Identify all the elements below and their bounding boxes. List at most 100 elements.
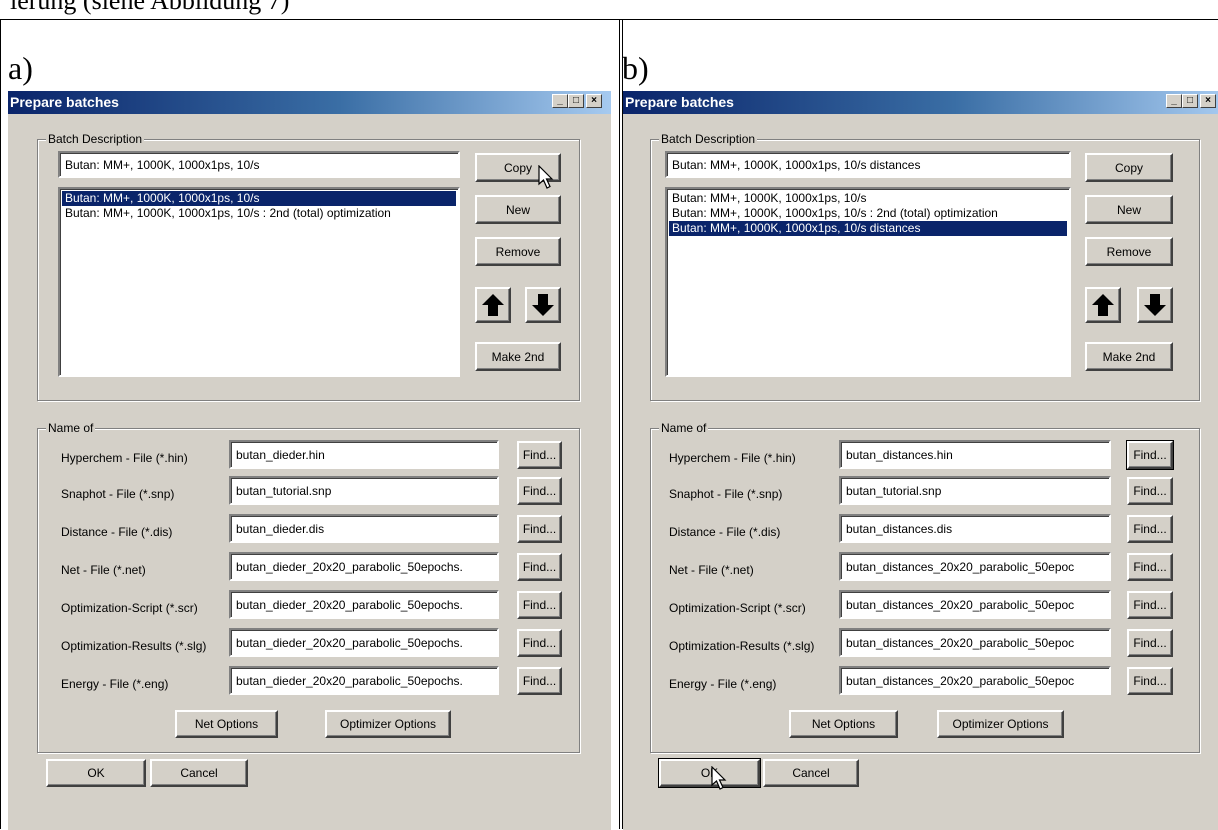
file-path-input[interactable]: butan_distances_20x20_parabolic_50epoc (839, 628, 1111, 657)
new-button[interactable]: New (475, 195, 561, 224)
file-path-value: butan_dieder.dis (236, 521, 325, 536)
find-button[interactable]: Find... (1127, 591, 1173, 619)
move-down-button[interactable] (525, 287, 561, 323)
move-up-button[interactable] (1085, 287, 1121, 323)
description-input-value: Butan: MM+, 1000K, 1000x1ps, 10/s distan… (672, 157, 921, 172)
arrow-down-icon (532, 294, 554, 316)
net-options-button[interactable]: Net Options (175, 710, 278, 738)
minimize-icon[interactable]: _ (1166, 94, 1182, 108)
find-button[interactable]: Find... (517, 591, 562, 619)
optimizer-options-button[interactable]: Optimizer Options (325, 710, 451, 738)
file-path-input[interactable]: butan_dieder_20x20_parabolic_50epochs. (229, 666, 499, 695)
find-button[interactable]: Find... (1127, 515, 1173, 543)
remove-button[interactable]: Remove (475, 237, 561, 266)
arrow-up-icon (482, 294, 504, 316)
description-input[interactable]: Butan: MM+, 1000K, 1000x1ps, 10/s (58, 151, 460, 178)
file-path-value: butan_dieder_20x20_parabolic_50epochs. (236, 559, 463, 574)
file-path-input[interactable]: butan_dieder_20x20_parabolic_50epochs. (229, 628, 499, 657)
batch-description-legend: Batch Description (659, 132, 758, 146)
list-item[interactable]: Butan: MM+, 1000K, 1000x1ps, 10/s : 2nd … (669, 206, 1067, 221)
list-item[interactable]: Butan: MM+, 1000K, 1000x1ps, 10/s (62, 191, 456, 206)
find-button[interactable]: Find... (1127, 477, 1173, 505)
file-label: Energy - File (*.eng) (669, 677, 777, 691)
file-path-value: butan_distances_20x20_parabolic_50epoc (846, 673, 1075, 688)
make-2nd-button[interactable]: Make 2nd (475, 342, 561, 371)
file-path-input[interactable]: butan_dieder.hin (229, 440, 499, 469)
arrow-up-icon (1092, 294, 1114, 316)
find-button[interactable]: Find... (517, 667, 562, 695)
find-button[interactable]: Find... (517, 553, 562, 581)
file-label: Distance - File (*.dis) (61, 525, 173, 539)
file-path-input[interactable]: butan_distances.hin (839, 440, 1111, 469)
list-item[interactable]: Butan: MM+, 1000K, 1000x1ps, 10/s : 2nd … (62, 206, 456, 221)
new-button[interactable]: New (1085, 195, 1173, 224)
file-path-input[interactable]: butan_distances_20x20_parabolic_50epoc (839, 590, 1111, 619)
file-path-value: butan_distances_20x20_parabolic_50epoc (846, 597, 1075, 612)
file-label: Snaphot - File (*.snp) (61, 487, 175, 501)
file-path-input[interactable]: butan_tutorial.snp (229, 476, 499, 505)
description-input-value: Butan: MM+, 1000K, 1000x1ps, 10/s (65, 157, 260, 172)
find-button[interactable]: Find... (517, 441, 562, 469)
move-down-button[interactable] (1137, 287, 1173, 323)
file-path-value: butan_distances_20x20_parabolic_50epoc (846, 635, 1075, 650)
batch-list[interactable]: Butan: MM+, 1000K, 1000x1ps, 10/s Butan:… (665, 187, 1071, 377)
file-path-input[interactable]: butan_dieder.dis (229, 514, 499, 543)
description-input[interactable]: Butan: MM+, 1000K, 1000x1ps, 10/s distan… (665, 151, 1071, 178)
file-label: Energy - File (*.eng) (61, 677, 169, 691)
cancel-button[interactable]: Cancel (150, 759, 248, 787)
find-button[interactable]: Find... (1126, 440, 1174, 470)
title-bar: Prepare batches _ □ × (8, 91, 611, 114)
optimizer-options-button[interactable]: Optimizer Options (937, 710, 1064, 738)
window-title: Prepare batches (10, 94, 119, 110)
panel-label-a: a) (8, 50, 33, 86)
find-button[interactable]: Find... (1127, 629, 1173, 657)
mouse-pointer-icon (711, 766, 727, 790)
file-path-value: butan_dieder.hin (236, 447, 325, 462)
file-path-input[interactable]: butan_distances_20x20_parabolic_50epoc (839, 666, 1111, 695)
find-button[interactable]: Find... (517, 629, 562, 657)
find-button[interactable]: Find... (1127, 553, 1173, 581)
file-label: Optimization-Script (*.scr) (669, 601, 806, 615)
ok-button[interactable]: OK (658, 758, 761, 788)
batch-list[interactable]: Butan: MM+, 1000K, 1000x1ps, 10/s Butan:… (58, 187, 460, 377)
arrow-down-icon (1144, 294, 1166, 316)
file-label: Hyperchem - File (*.hin) (61, 451, 188, 465)
file-label: Snaphot - File (*.snp) (669, 487, 783, 501)
file-path-value: butan_distances_20x20_parabolic_50epoc (846, 559, 1075, 574)
file-path-value: butan_dieder_20x20_parabolic_50epochs. (236, 597, 463, 612)
minimize-icon[interactable]: _ (552, 94, 568, 108)
list-item[interactable]: Butan: MM+, 1000K, 1000x1ps, 10/s (669, 191, 1067, 206)
make-2nd-button[interactable]: Make 2nd (1085, 342, 1173, 371)
file-path-input[interactable]: butan_distances.dis (839, 514, 1111, 543)
file-label: Net - File (*.net) (669, 563, 754, 577)
file-label: Optimization-Results (*.slg) (61, 639, 207, 653)
file-path-value: butan_dieder_20x20_parabolic_50epochs. (236, 635, 463, 650)
maximize-icon[interactable]: □ (568, 94, 584, 108)
close-icon[interactable]: × (1200, 94, 1216, 108)
find-button[interactable]: Find... (1127, 667, 1173, 695)
remove-button[interactable]: Remove (1085, 237, 1173, 266)
dialog-prepare-batches-a: Prepare batches _ □ × Batch Description … (8, 91, 611, 830)
find-button[interactable]: Find... (517, 477, 562, 505)
file-path-input[interactable]: butan_tutorial.snp (839, 476, 1111, 505)
ok-button[interactable]: OK (46, 759, 146, 787)
maximize-icon[interactable]: □ (1182, 94, 1198, 108)
name-of-legend: Name of (659, 421, 709, 435)
list-item[interactable]: Butan: MM+, 1000K, 1000x1ps, 10/s distan… (669, 221, 1067, 236)
file-label: Optimization-Results (*.slg) (669, 639, 815, 653)
file-path-input[interactable]: butan_dieder_20x20_parabolic_50epochs. (229, 552, 499, 581)
net-options-button[interactable]: Net Options (789, 710, 898, 738)
file-path-input[interactable]: butan_dieder_20x20_parabolic_50epochs. (229, 590, 499, 619)
cancel-button[interactable]: Cancel (763, 759, 859, 787)
figure-caption: ierung (siehe Abbildung 7) (10, 0, 290, 15)
window-title: Prepare batches (625, 94, 734, 110)
name-of-legend: Name of (46, 421, 96, 435)
move-up-button[interactable] (475, 287, 511, 323)
close-icon[interactable]: × (586, 94, 602, 108)
file-path-value: butan_distances.dis (846, 521, 953, 536)
copy-button[interactable]: Copy (1085, 153, 1173, 182)
file-path-input[interactable]: butan_distances_20x20_parabolic_50epoc (839, 552, 1111, 581)
file-path-value: butan_tutorial.snp (236, 483, 332, 498)
find-button[interactable]: Find... (517, 515, 562, 543)
mouse-pointer-icon (538, 165, 554, 189)
